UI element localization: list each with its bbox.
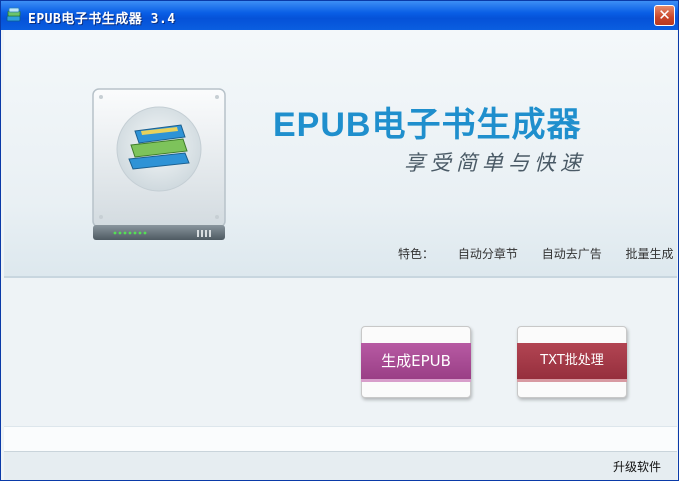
feature-item: 自动分章节 (457, 247, 518, 261)
brand-title: EPUB电子书生成器 (273, 106, 582, 144)
txt-batch-button[interactable]: TXT批处理 (517, 326, 627, 398)
app-window: EPUB电子书生成器 3.4 ✕ EPUB电子书生成器 享受简单与快速 特色： … (0, 0, 679, 481)
generate-epub-label: 生成EPUB (361, 343, 471, 382)
feature-item: 批量生成 (625, 247, 674, 261)
feature-list: 特色： 自动分章节 自动去广告 批量生成 (398, 245, 674, 262)
feature-label: 特色： (398, 247, 435, 261)
window-title: EPUB电子书生成器 3.4 (28, 12, 176, 27)
slogan: 享受简单与快速 (404, 151, 586, 175)
bottom-band (4, 426, 677, 452)
upgrade-link[interactable]: 升级软件 (613, 458, 661, 475)
txt-batch-label: TXT批处理 (517, 343, 627, 382)
book-device-icon (92, 88, 226, 240)
generate-epub-button[interactable]: 生成EPUB (361, 326, 471, 398)
feature-item: 自动去广告 (541, 247, 602, 261)
book-stack-icon (6, 7, 21, 22)
status-bar: 升级软件 (4, 451, 677, 480)
close-icon: ✕ (658, 6, 671, 24)
close-button[interactable]: ✕ (654, 5, 675, 26)
title-bar[interactable]: EPUB电子书生成器 3.4 ✕ (1, 1, 678, 30)
